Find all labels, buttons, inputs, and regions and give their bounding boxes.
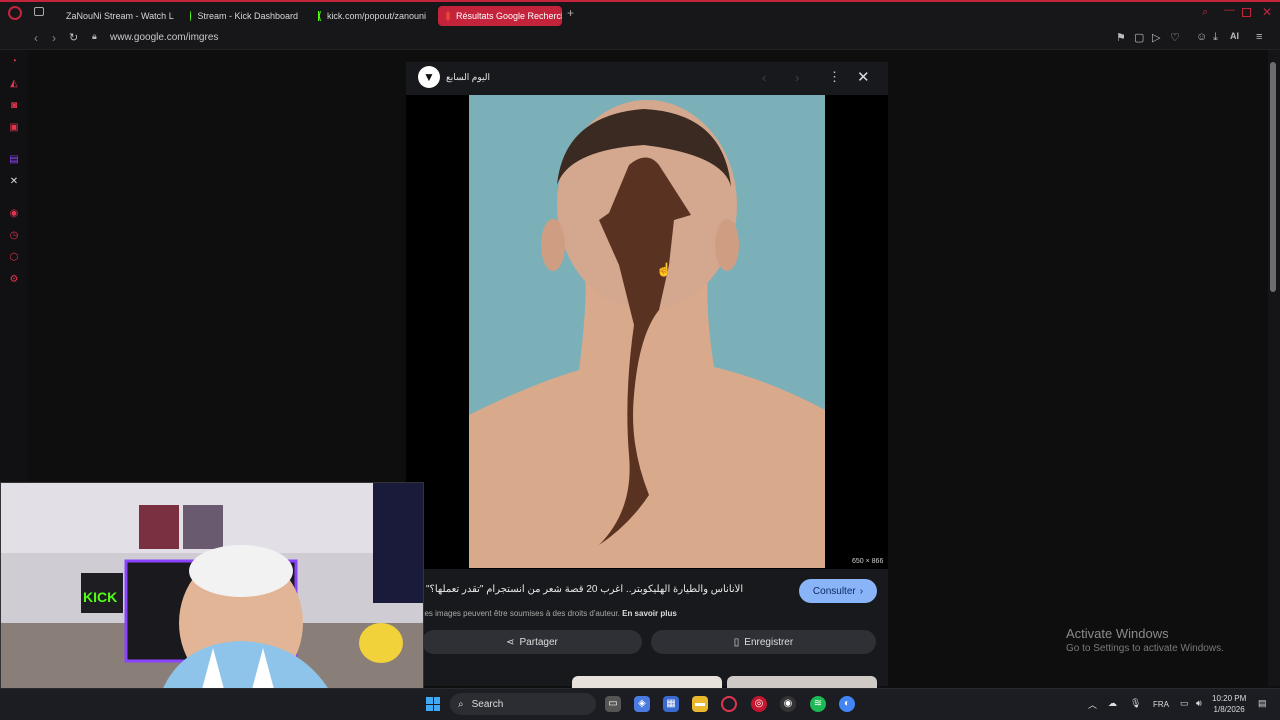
lock-icon: 🔒︎: [92, 31, 97, 41]
image-dimensions: 650 × 866: [852, 558, 884, 565]
url-text[interactable]: www.google.com/imgres: [110, 32, 218, 43]
webcam-illustration: [1, 483, 423, 691]
minimize-icon[interactable]: —: [1224, 4, 1235, 16]
search-placeholder: Search: [471, 698, 504, 710]
cursor-icon: ☝: [656, 262, 673, 277]
tab-menu-icon[interactable]: [34, 7, 44, 16]
x-icon[interactable]: ✕: [8, 176, 20, 188]
windows-start-icon[interactable]: [426, 697, 440, 711]
save-button[interactable]: ▯ Enregistrer: [651, 630, 876, 654]
opera-logo-icon[interactable]: [8, 6, 22, 20]
haircut-illustration: [469, 95, 825, 568]
save-label: Enregistrer: [744, 636, 794, 648]
twitch-icon[interactable]: ▤: [8, 154, 20, 166]
activate-windows-subtitle: Go to Settings to activate Windows.: [1066, 643, 1224, 654]
ai-button[interactable]: AI: [1230, 31, 1239, 41]
share-button[interactable]: ⋖ Partager: [422, 630, 642, 654]
tab-label: kick.com/popout/zanouni: [326, 11, 426, 21]
source-name[interactable]: اليوم السابع: [446, 72, 490, 83]
snapshot-icon[interactable]: ▢: [1134, 31, 1144, 44]
tab-zanouni-stream[interactable]: ZaNouNi Stream - Watch L: [52, 6, 180, 26]
related-image-thumb[interactable]: [572, 676, 722, 688]
more-options-icon[interactable]: ⋮: [828, 69, 841, 85]
network-icon[interactable]: ▭: [1180, 698, 1189, 709]
learn-more-link[interactable]: En savoir plus: [622, 609, 677, 618]
profile-icon[interactable]: ☺: [1196, 31, 1207, 43]
player-icon[interactable]: ◉: [8, 208, 20, 220]
forward-icon[interactable]: ›: [52, 31, 56, 45]
scrollbar-thumb[interactable]: [1270, 62, 1276, 292]
messenger-icon[interactable]: ◙: [8, 100, 20, 112]
history-icon[interactable]: ◷: [8, 230, 20, 242]
address-bar: ‹ › ↻ 🔒︎ www.google.com/imgres ⚑ ▢ ▷ ♡ ☺…: [0, 28, 1280, 50]
consult-label: Consulter: [812, 585, 856, 597]
rights-text: Les images peuvent être soumises à des d…: [420, 609, 620, 618]
tab-label: Résultats Google Recherch: [456, 11, 562, 21]
language-indicator[interactable]: FRA: [1153, 700, 1169, 709]
store-icon[interactable]: ▦: [663, 696, 679, 712]
workspace-icon[interactable]: ◭: [8, 78, 20, 90]
settings-icon[interactable]: ⚙: [8, 274, 20, 286]
spotify-icon[interactable]: ≋: [810, 696, 826, 712]
menu-icon[interactable]: ≡: [1256, 31, 1262, 43]
kick-icon: [190, 11, 192, 21]
consult-button[interactable]: Consulter ›: [799, 579, 877, 603]
google-icon: [446, 11, 450, 21]
tab-kick-popout[interactable]: kick.com/popout/zanouni: [310, 6, 434, 26]
opera-taskbar-icon[interactable]: [721, 696, 737, 712]
copyright-notice: Les images peuvent être soumises à des d…: [420, 609, 677, 618]
share-label: Partager: [519, 636, 558, 648]
clock-date: 1/8/2026: [1213, 705, 1245, 714]
copilot-icon[interactable]: ◈: [634, 696, 650, 712]
tab-bar: ZaNouNi Stream - Watch L Stream - Kick D…: [0, 0, 1280, 28]
next-icon[interactable]: ›: [795, 70, 799, 85]
kick-icon: [318, 11, 321, 21]
tab-label: Stream - Kick Dashboard: [197, 11, 298, 21]
kick-sign: KICK: [83, 589, 118, 605]
obs-icon[interactable]: ◉: [780, 696, 796, 712]
chevron-up-icon[interactable]: ︿: [1088, 698, 1097, 711]
chrome-icon[interactable]: ◐: [839, 696, 855, 712]
sidebar: ◔ ◭ ◙ ▣ ▤ ✕ ◉ ◷ ⬡ ⚙: [0, 50, 28, 482]
clock-time: 10:20 PM: [1212, 694, 1247, 703]
microphone-icon[interactable]: 🎙︎: [1130, 698, 1141, 709]
close-icon[interactable]: ✕: [857, 68, 870, 86]
share-icon: ⋖: [506, 636, 515, 648]
webcam-overlay: KICK: [0, 482, 424, 692]
tab-google-results[interactable]: Résultats Google Recherch: [438, 6, 562, 26]
onedrive-icon[interactable]: ☁: [1108, 698, 1117, 709]
back-icon[interactable]: ‹: [34, 31, 38, 45]
download-icon[interactable]: ⤓: [1213, 31, 1218, 44]
play-icon[interactable]: ▷: [1152, 31, 1160, 44]
bookmark-icon[interactable]: ⚑: [1116, 31, 1126, 44]
source-logo-icon[interactable]: ▼: [418, 66, 440, 88]
adobe-icon[interactable]: ◎: [751, 696, 767, 712]
related-image-thumb[interactable]: [727, 676, 877, 688]
chevron-right-icon: ›: [859, 585, 864, 597]
mail-icon[interactable]: ▣: [8, 122, 20, 134]
file-explorer-icon[interactable]: ▬: [692, 696, 708, 712]
clock[interactable]: 10:20 PM 1/8/2026: [1212, 693, 1246, 715]
close-window-icon[interactable]: ✕: [1262, 5, 1272, 19]
bookmark-icon: ▯: [733, 636, 740, 648]
extensions-icon[interactable]: ⬡: [8, 252, 20, 264]
search-tabs-icon[interactable]: ⌕: [1202, 6, 1208, 19]
heart-icon[interactable]: ♡: [1170, 31, 1180, 44]
activate-windows-title: Activate Windows: [1066, 626, 1169, 641]
image-title[interactable]: الأناناس والطيارة الهليكوبتر.. أغرب 20 ق…: [426, 584, 786, 595]
new-tab-button[interactable]: +: [567, 6, 574, 20]
reload-icon[interactable]: ↻: [69, 31, 78, 44]
task-view-icon[interactable]: ▭: [605, 696, 621, 712]
taskbar-search[interactable]: ⌕ Search: [450, 693, 596, 715]
haircut-photo[interactable]: [469, 95, 825, 568]
tab-label: ZaNouNi Stream - Watch L: [66, 11, 174, 21]
previous-icon[interactable]: ‹: [762, 70, 766, 85]
maximize-icon[interactable]: [1242, 8, 1251, 17]
aria-icon[interactable]: ◔: [8, 56, 20, 68]
tab-kick-dashboard[interactable]: Stream - Kick Dashboard: [182, 6, 306, 26]
volume-icon[interactable]: 🔊︎: [1196, 698, 1202, 709]
notification-icon[interactable]: ▤: [1258, 698, 1267, 709]
search-icon: ⌕: [458, 698, 464, 710]
